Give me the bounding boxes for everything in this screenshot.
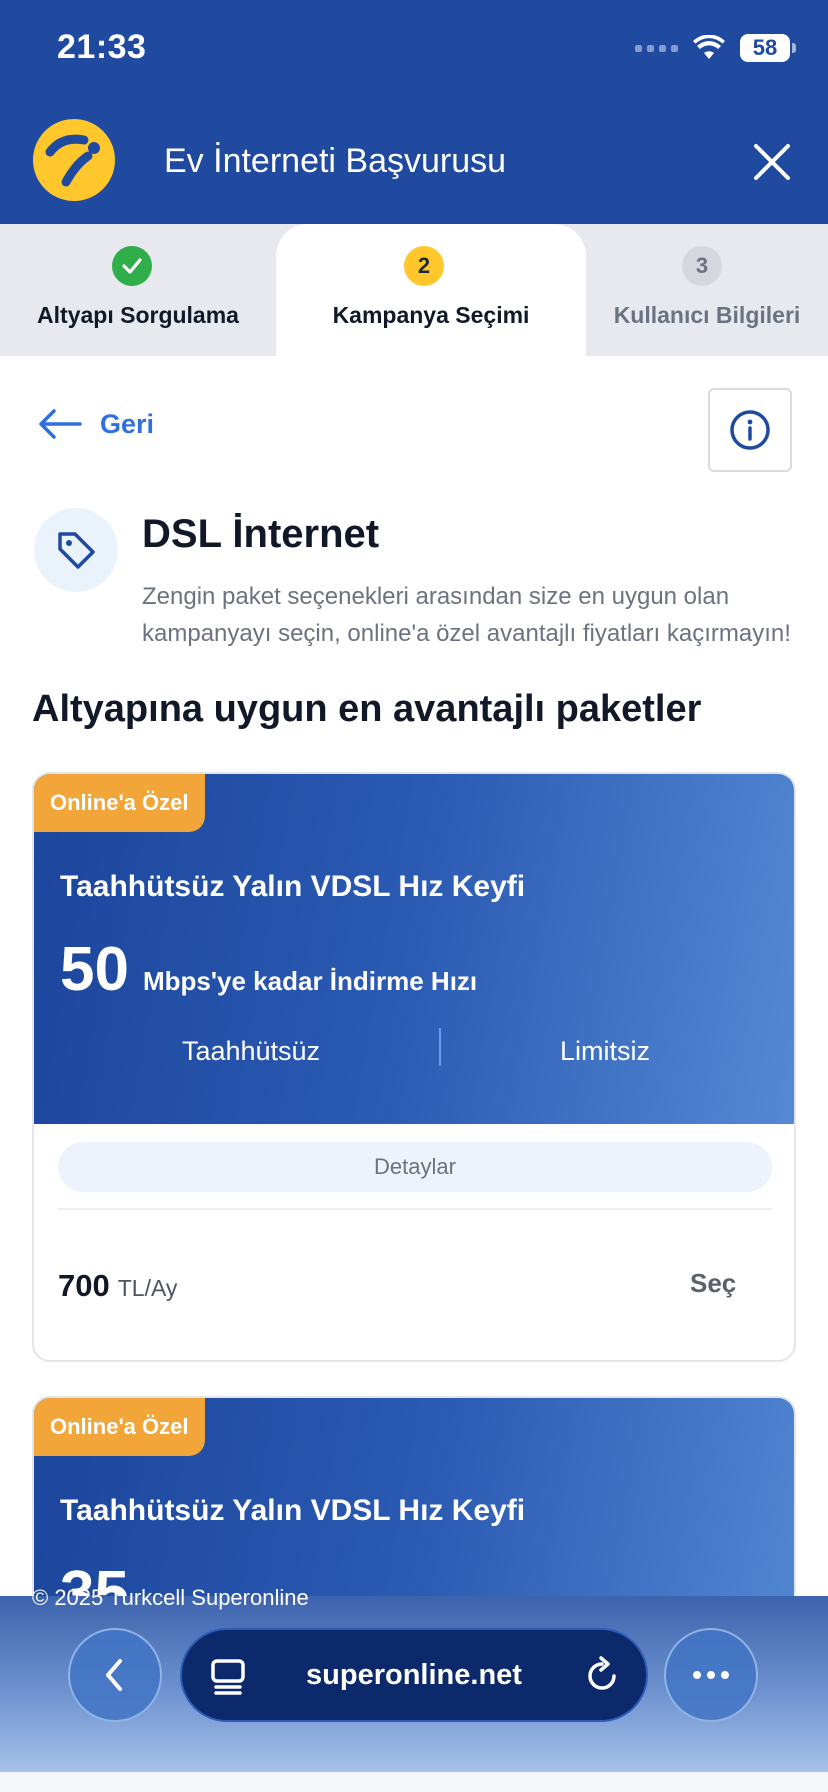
close-icon[interactable] [748, 138, 796, 186]
url-text: superonline.net [306, 1658, 522, 1691]
package-card: Online'a Özel Taahhütsüz Yalın VDSL Hız … [32, 772, 796, 1362]
step-campaign: 2 Kampanya Seçimi [276, 224, 586, 356]
package-name: Taahhütsüz Yalın VDSL Hız Keyfi [60, 1494, 526, 1527]
step-user-info: 3 Kullanıcı Bilgileri [586, 224, 828, 356]
step-number-badge: 2 [404, 246, 444, 286]
step-number-badge: 3 [682, 246, 722, 286]
battery-icon: 58 [740, 34, 796, 62]
copyright-text: © 2025 Turkcell Superonline [32, 1585, 309, 1610]
progress-stepper: Altyapı Sorgulama 2 Kampanya Seçimi 3 Ku… [0, 224, 828, 356]
online-exclusive-badge: Online'a Özel [34, 774, 205, 832]
cellular-signal-icon [635, 44, 678, 52]
tag-icon [58, 532, 95, 569]
step-label: Kullanıcı Bilgileri [613, 302, 801, 328]
checkmark-icon [112, 246, 152, 286]
speed-info: 50 Mbps'ye kadar İndirme Hızı [60, 934, 477, 1005]
status-time: 21:33 [57, 28, 147, 66]
back-button[interactable]: Geri [38, 408, 154, 440]
card-divider [58, 1208, 772, 1210]
arrow-left-icon [39, 409, 82, 439]
step-label: Kampanya Seçimi [332, 302, 530, 328]
chevron-left-icon [106, 1659, 122, 1691]
back-label: Geri [100, 408, 155, 439]
wifi-icon [693, 35, 725, 59]
address-bar[interactable]: superonline.net [180, 1628, 648, 1722]
step-infrastructure: Altyapı Sorgulama [0, 224, 276, 356]
packages-heading: Altyapına uygun en avantajlı paketler [32, 688, 702, 730]
speed-value: 50 [60, 935, 129, 1004]
step-label: Altyapı Sorgulama [37, 302, 239, 328]
tag-icon-container [34, 508, 118, 592]
feature-commitment: Taahhütsüz [181, 1036, 321, 1066]
speed-description: Mbps'ye kadar İndirme Hızı [142, 966, 478, 996]
browser-back-button[interactable] [68, 1628, 162, 1722]
price-unit: TL/Ay [117, 1275, 178, 1301]
tabs-icon[interactable] [210, 1658, 246, 1696]
section-title: DSL İnternet [142, 512, 380, 556]
price-value: 700 [58, 1268, 110, 1303]
turkcell-logo-icon [33, 119, 115, 201]
browser-more-button[interactable] [664, 1628, 758, 1722]
price: 700 TL/Ay [58, 1268, 177, 1304]
reload-icon[interactable] [582, 1656, 622, 1696]
home-indicator-area [0, 1772, 828, 1792]
feature-divider [439, 1028, 441, 1066]
details-button[interactable]: Detaylar [58, 1142, 772, 1192]
app-header: 21:33 58 Ev İnterneti Başvurusu [0, 0, 828, 224]
feature-limit: Limitsiz [559, 1036, 650, 1066]
more-icon [693, 1671, 729, 1679]
info-icon [730, 410, 770, 450]
package-name: Taahhütsüz Yalın VDSL Hız Keyfi [60, 870, 526, 903]
select-button[interactable]: Seç [690, 1268, 736, 1299]
package-card-hero: Online'a Özel Taahhütsüz Yalın VDSL Hız … [34, 774, 794, 1124]
online-exclusive-badge: Online'a Özel [34, 1398, 205, 1456]
page-title: Ev İnterneti Başvurusu [164, 142, 507, 180]
status-icons: 58 [635, 34, 796, 62]
section-description: Zengin paket seçenekleri arasından size … [142, 583, 791, 647]
info-button[interactable] [708, 388, 792, 472]
